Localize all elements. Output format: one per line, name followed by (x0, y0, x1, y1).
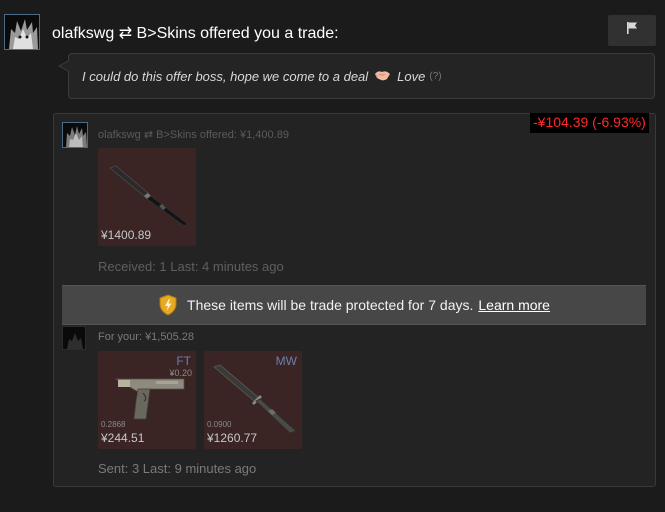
avatar[interactable] (4, 14, 40, 50)
help-link[interactable]: (?) (429, 71, 441, 82)
message-suffix: Love (397, 69, 426, 84)
report-button[interactable] (608, 15, 656, 46)
your-item-card[interactable]: FT ¥0.20 0.2868 ¥244.51 (98, 351, 196, 449)
price-difference-badge: -¥104.39 (-6.93%) (530, 113, 649, 133)
shield-lightning-icon (158, 294, 178, 316)
message-text: I could do this offer boss, hope we come… (82, 69, 369, 84)
partner-avatar[interactable] (62, 122, 88, 148)
trade-protection-banner: These items will be trade protected for … (62, 285, 646, 325)
offered-item-card[interactable]: ¥1400.89 (98, 148, 196, 246)
sent-status: Sent: 3 Last: 9 minutes ago (98, 461, 257, 476)
item-price: ¥244.51 (101, 431, 145, 445)
item-price: ¥1400.89 (101, 228, 152, 242)
for-label: For your: ¥1,505.28 (98, 331, 195, 343)
trade-message: I could do this offer boss, hope we come… (82, 68, 442, 85)
item-float: 0.2868 (101, 420, 126, 429)
page-title: olafkswg ⇄ B>Skins offered you a trade: (52, 25, 339, 42)
item-price: ¥1260.77 (207, 431, 258, 445)
handshake-emoji-icon (374, 68, 391, 85)
protection-text: These items will be trade protected for … (187, 297, 474, 313)
trade-notification: olafkswg ⇄ B>Skins offered you a trade: … (0, 0, 665, 512)
offer-label: olafkswg ⇄ B>Skins offered: ¥1,400.89 (98, 129, 289, 141)
item-float: 0.0900 (207, 420, 232, 429)
knife-icon (104, 162, 190, 233)
your-item-card[interactable]: MW 0.0900 ¥1260.77 (204, 351, 302, 449)
my-avatar[interactable] (62, 326, 86, 350)
received-status: Received: 1 Last: 4 minutes ago (98, 259, 284, 274)
flag-icon (625, 21, 639, 40)
learn-more-link[interactable]: Learn more (478, 297, 550, 313)
item-wear: FT (176, 354, 191, 368)
